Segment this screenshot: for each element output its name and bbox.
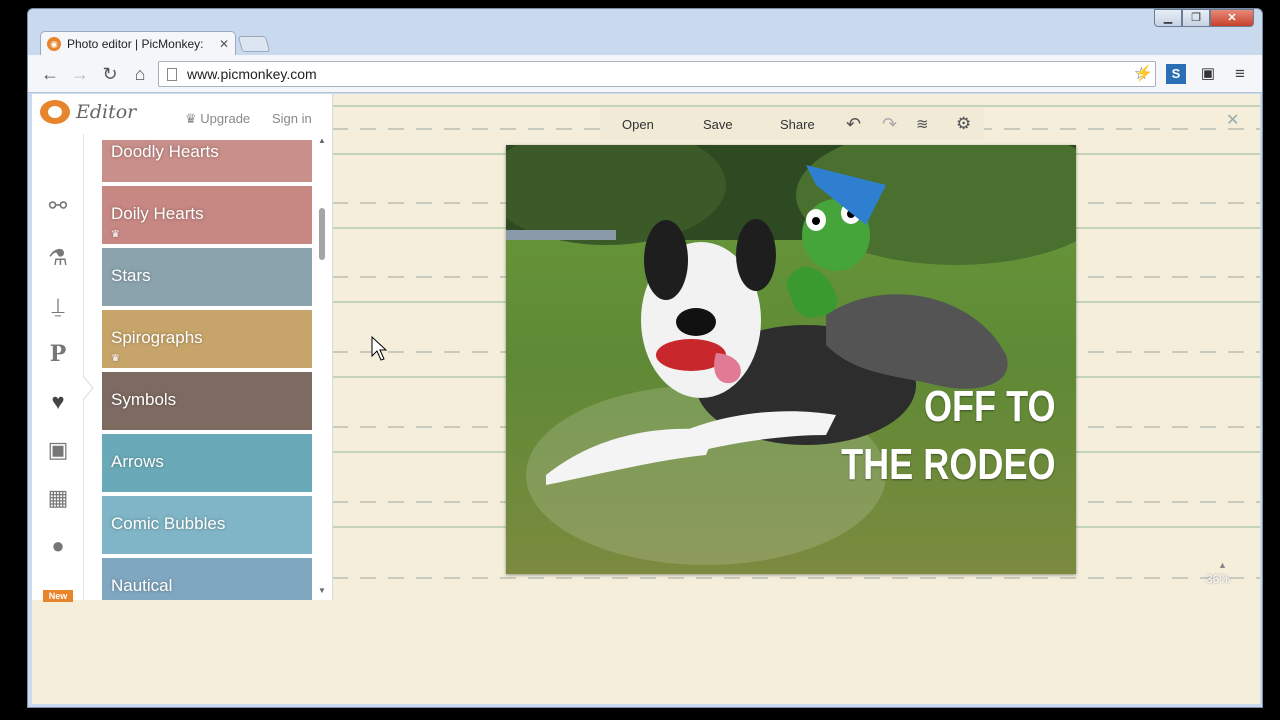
category-label: Nautical — [111, 576, 173, 595]
category-label: Comic Bubbles — [111, 514, 226, 533]
category-label: Arrows — [111, 452, 164, 471]
frames-icon[interactable]: ▣ — [44, 436, 72, 464]
forward-arrow-icon[interactable]: → — [66, 60, 94, 88]
menu-icon[interactable]: ≡ — [1230, 64, 1250, 84]
category-stars[interactable]: Stars — [102, 248, 312, 306]
premium-crown-icon: ♛ — [111, 353, 120, 364]
category-label: Doodly Hearts — [111, 142, 219, 161]
textures-icon[interactable]: ▦ — [44, 484, 72, 512]
touch-up-lipstick-icon[interactable]: ⍊ — [44, 292, 72, 320]
evernote-extension-icon[interactable]: ▣ — [1198, 64, 1218, 84]
back-arrow-icon[interactable]: ← — [36, 60, 64, 88]
sign-in-link[interactable]: Sign in — [272, 111, 312, 126]
active-tool-indicator — [82, 376, 94, 400]
brand[interactable]: Editor — [40, 100, 136, 124]
scrollbar-thumb[interactable] — [319, 208, 325, 260]
lightning-extension-icon[interactable]: ⚡ — [1134, 64, 1154, 84]
overlays-hearts-icon[interactable]: ♥ — [44, 388, 72, 416]
layers-flatten-icon[interactable]: ≋ — [916, 115, 929, 133]
picmonkey-favicon-icon: ◉ — [47, 36, 61, 51]
url-text[interactable]: www.picmonkey.com — [187, 66, 1134, 82]
reload-icon[interactable]: ↻ — [96, 60, 124, 88]
sidebar-scrollbar[interactable]: ▲ ▼ — [316, 134, 328, 600]
category-spirographs[interactable]: Spirographs ♛ — [102, 310, 312, 368]
s-extension-icon[interactable]: S — [1166, 64, 1186, 84]
effects-flask-icon[interactable]: ⚗ — [44, 244, 72, 272]
browser-window: ▁ ❐ ✕ ◉ Photo editor | PicMonkey: ✕ ← → … — [27, 8, 1263, 708]
gear-icon[interactable]: ⚙ — [956, 114, 971, 134]
browser-toolbar: ← → ↻ ⌂ www.picmonkey.com ☆ ⚡ S ▣ ≡ — [28, 55, 1262, 93]
tab-title: Photo editor | PicMonkey: — [67, 36, 204, 51]
picmonkey-app: Open Save Share ↶ ↷ ≋ ⚙ ✕ OFF TO THE ROD… — [32, 94, 1260, 704]
category-label: Symbols — [111, 390, 177, 409]
close-canvas-icon[interactable]: ✕ — [1226, 110, 1239, 130]
page-icon — [167, 67, 177, 81]
minimize-button[interactable]: ▁ — [1154, 9, 1182, 27]
share-button[interactable]: Share — [780, 117, 815, 132]
caption-line-1: OFF TO — [924, 382, 1056, 431]
scroll-down-icon[interactable]: ▼ — [318, 586, 326, 595]
category-comic-bubbles[interactable]: Comic Bubbles — [102, 496, 312, 554]
picmonkey-logo-icon — [40, 100, 70, 124]
home-icon[interactable]: ⌂ — [126, 60, 154, 88]
undo-icon[interactable]: ↶ — [846, 114, 861, 135]
upgrade-label: Upgrade — [200, 111, 251, 126]
tab-strip: ◉ Photo editor | PicMonkey: ✕ — [36, 31, 636, 55]
dog-photo-image — [506, 145, 1076, 574]
category-label: Stars — [111, 266, 151, 285]
redo-icon[interactable]: ↷ — [882, 114, 897, 135]
zoom-up-icon[interactable]: ▲ — [1218, 560, 1227, 570]
sidebar: Editor ♛ Upgrade Sign in ⚯ ⚗ ⍊ P ♥ ▣ ▦ ●… — [32, 94, 333, 602]
category-doily-hearts[interactable]: Doily Hearts ♛ — [102, 186, 312, 244]
overlay-category-list: Doodly Hearts Doily Hearts ♛ Stars Spirog… — [102, 140, 314, 600]
zoom-level[interactable]: 36% — [1206, 572, 1230, 586]
premium-crown-icon: ♛ — [111, 229, 120, 240]
close-window-button[interactable]: ✕ — [1210, 9, 1254, 27]
new-tab-button[interactable] — [237, 36, 271, 52]
category-label: Doily Hearts — [111, 204, 204, 223]
brand-name: Editor — [76, 101, 137, 123]
photo-canvas[interactable]: OFF TO THE RODEO — [506, 145, 1076, 574]
category-doodly-hearts[interactable]: Doodly Hearts — [102, 140, 312, 182]
caption-line-2: THE RODEO — [841, 440, 1056, 489]
save-button[interactable]: Save — [703, 117, 733, 132]
maximize-button[interactable]: ❐ — [1182, 9, 1210, 27]
category-arrows[interactable]: Arrows — [102, 434, 312, 492]
open-button[interactable]: Open — [622, 117, 654, 132]
text-p-icon[interactable]: P — [44, 340, 72, 368]
scroll-up-icon[interactable]: ▲ — [318, 136, 326, 145]
basic-edits-icon[interactable]: ⚯ — [44, 192, 72, 220]
seasonal-apple-icon[interactable]: ● — [44, 532, 72, 560]
category-symbols[interactable]: Symbols — [102, 372, 312, 430]
crown-icon: ♛ — [185, 111, 197, 126]
category-nautical[interactable]: Nautical — [102, 558, 312, 600]
photo-caption-text[interactable]: OFF TO THE RODEO — [842, 378, 1056, 494]
window-controls: ▁ ❐ ✕ — [1154, 9, 1254, 27]
edit-toolbar: Open Save Share ↶ ↷ ≋ ⚙ — [600, 108, 984, 140]
browser-tab[interactable]: ◉ Photo editor | PicMonkey: ✕ — [40, 31, 236, 55]
address-bar[interactable]: www.picmonkey.com ☆ — [158, 61, 1156, 87]
new-badge: New — [43, 590, 73, 602]
mouse-cursor-icon — [371, 336, 387, 361]
tool-icon-column: ⚯ ⚗ ⍊ P ♥ ▣ ▦ ● New — [32, 134, 84, 602]
close-tab-icon[interactable]: ✕ — [219, 37, 229, 51]
category-label: Spirographs — [111, 328, 203, 347]
upgrade-link[interactable]: ♛ Upgrade — [185, 111, 250, 127]
